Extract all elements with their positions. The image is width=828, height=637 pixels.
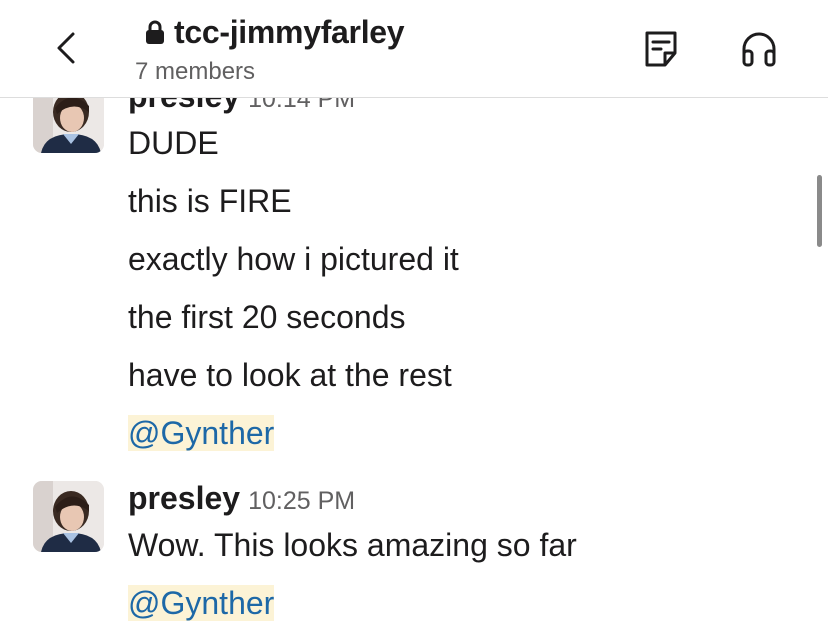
back-button[interactable] — [48, 28, 88, 68]
message-line: @Gynther — [128, 413, 275, 453]
author-name[interactable]: presley — [128, 480, 240, 516]
message-line: exactly how i pictured it — [128, 241, 459, 277]
avatar[interactable] — [33, 481, 104, 552]
timestamp[interactable]: 10:25 PM — [248, 487, 355, 515]
chevron-left-icon — [57, 32, 75, 64]
message-line: the first 20 seconds — [128, 299, 406, 335]
headphones-icon — [742, 32, 776, 67]
scrollbar[interactable] — [817, 175, 822, 247]
channel-name: tcc-jimmyfarley — [174, 14, 405, 50]
channel-header: tcc-jimmyfarley 7 members — [0, 0, 828, 98]
message-header: presley 10:25 PM — [128, 480, 355, 517]
avatar-photo — [33, 481, 104, 552]
member-count[interactable]: 7 members — [135, 58, 255, 86]
message-line: DUDE — [128, 125, 219, 161]
huddle-button[interactable] — [739, 27, 779, 71]
canvas-icon — [645, 31, 677, 67]
message-line: @Gynther — [128, 583, 275, 623]
canvas-button[interactable] — [641, 27, 681, 71]
message-line: this is FIRE — [128, 183, 292, 219]
channel-title[interactable]: tcc-jimmyfarley — [145, 14, 405, 51]
user-mention[interactable]: @Gynther — [128, 585, 275, 621]
message-line: have to look at the rest — [128, 357, 452, 393]
lock-icon — [146, 20, 164, 44]
user-mention[interactable]: @Gynther — [128, 415, 275, 451]
message-line: Wow. This looks amazing so far — [128, 527, 577, 563]
